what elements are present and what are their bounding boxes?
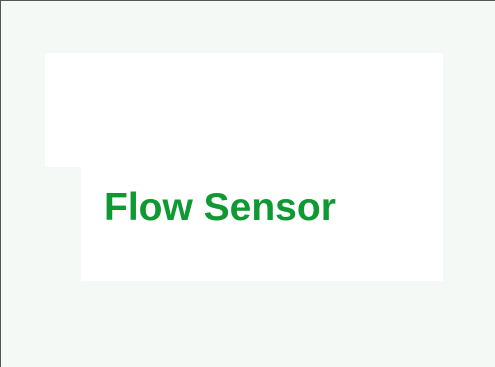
slide-frame: Flow Sensor — [0, 0, 495, 367]
content-panel-top — [45, 53, 443, 167]
slide-title: Flow Sensor — [104, 186, 336, 229]
